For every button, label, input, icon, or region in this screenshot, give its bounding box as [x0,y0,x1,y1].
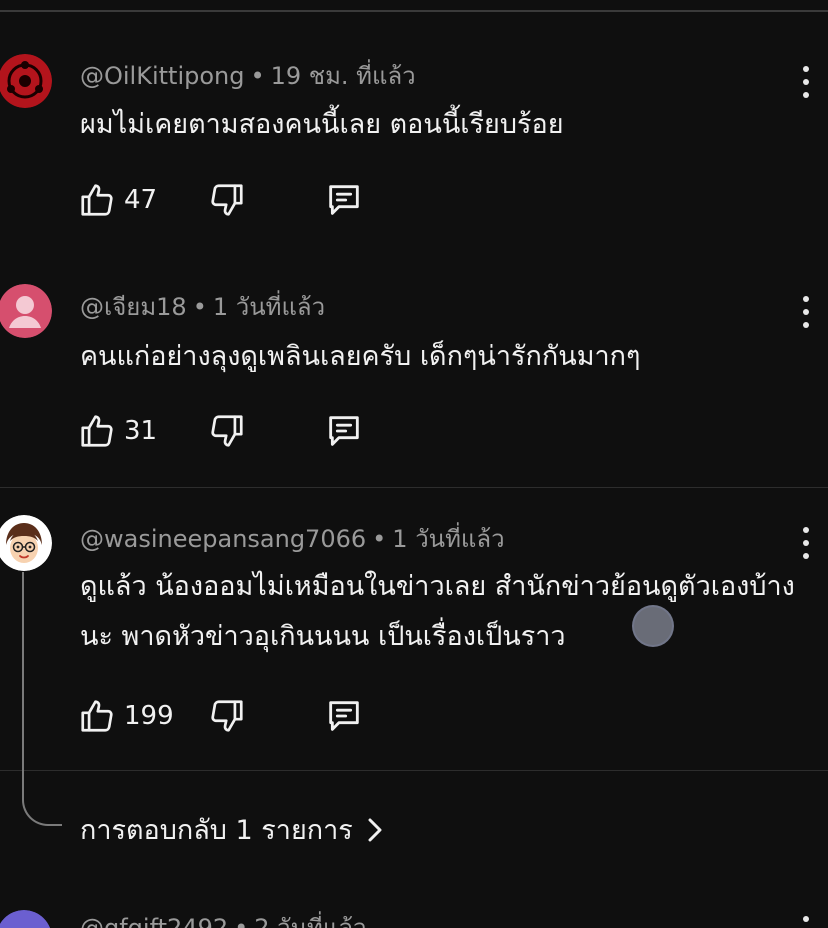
reply-thread-line [22,572,62,826]
comment-time: 1 วันที่แล้ว [212,293,326,321]
comment-author[interactable]: @gfgjft2492 [80,914,228,928]
comment-actions: 47 [78,180,364,220]
more-options-button[interactable] [796,62,816,102]
comment-author[interactable]: @OilKittipong [80,62,244,90]
more-options-button[interactable] [796,523,816,563]
meta-separator: • [234,914,249,928]
view-replies-button[interactable]: การตอบกลับ 1 รายการ [80,808,383,851]
like-button[interactable]: 199 [78,697,178,735]
like-count: 199 [124,701,174,731]
avatar[interactable] [0,284,52,338]
comment-time: 2 วันที่แล้ว [254,914,367,928]
comment-meta: @gfgjft2492 • 2 วันที่แล้ว [80,908,367,928]
section-divider [0,770,828,771]
thumbs-up-icon [81,700,113,732]
replies-label: การตอบกลับ 1 รายการ [80,815,353,846]
letter-avatar-icon [0,910,51,928]
thumbs-down-icon [211,700,243,732]
reply-comment-icon [329,416,359,446]
comment-meta: @OilKittipong • 19 ชม. ที่แล้ว [80,56,416,95]
chevron-right-icon [368,818,382,841]
avatar[interactable] [0,54,52,108]
comment-author[interactable]: @wasineepansang7066 [80,525,366,553]
touch-indicator [632,605,674,647]
comment-text: ดูแล้ว น้องออมไม่เหมือนในข่าวเลย สำนักข่… [80,571,795,652]
reply-button[interactable] [324,411,364,451]
sharingan-avatar-icon [0,54,52,108]
reply-button[interactable] [324,180,364,220]
section-divider [0,487,828,488]
thumbs-down-icon [211,415,243,447]
like-count: 47 [124,185,158,215]
dislike-button[interactable] [208,412,246,450]
comment-time: 1 วันที่แล้ว [392,525,505,553]
comment-time: 19 ชม. ที่แล้ว [270,62,416,90]
reply-comment-icon [329,701,359,731]
thumbs-up-icon [81,184,113,216]
cartoon-face-avatar-icon [0,515,52,571]
meta-separator: • [372,525,387,553]
reply-button[interactable] [324,696,364,736]
meta-separator: • [192,293,207,321]
comment-text: คนแก่อย่างลุงดูเพลินเลยครับ เด็กๆน่ารักก… [80,341,641,372]
top-divider [0,10,828,12]
more-options-button[interactable] [796,292,816,332]
default-person-avatar-icon [0,284,52,338]
comment-meta: @wasineepansang7066 • 1 วันที่แล้ว [80,519,505,558]
more-options-button[interactable] [796,912,816,928]
thumbs-up-icon [81,415,113,447]
like-button[interactable]: 31 [78,412,178,450]
dislike-button[interactable] [208,181,246,219]
comment-actions: 199 [78,696,364,736]
reply-comment-icon [329,185,359,215]
comment-text: ผมไม่เคยตามสองคนนี้เลย ตอนนี้เรียบร้อย [80,109,564,140]
comment-actions: 31 [78,411,364,451]
avatar[interactable] [0,515,52,571]
like-count: 31 [124,416,158,446]
dislike-button[interactable] [208,697,246,735]
meta-separator: • [250,62,265,90]
like-button[interactable]: 47 [78,181,178,219]
comment-meta: @เจียม18 • 1 วันที่แล้ว [80,287,325,326]
thumbs-down-icon [211,184,243,216]
avatar[interactable] [0,910,52,928]
comment-author[interactable]: @เจียม18 [80,293,187,321]
